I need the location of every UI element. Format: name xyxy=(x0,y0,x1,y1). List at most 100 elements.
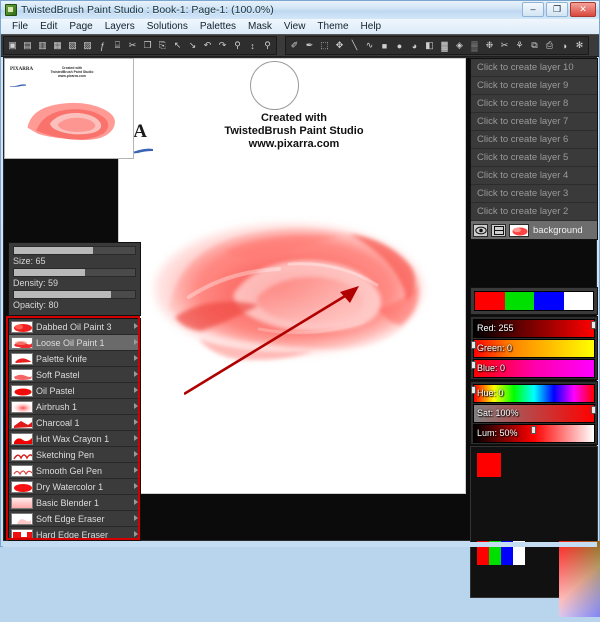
brush-item[interactable]: Soft Pastel xyxy=(9,367,140,383)
brush-item[interactable]: Hard Edge Eraser xyxy=(9,527,140,541)
layer-placeholder-row[interactable]: Click to create layer 8 xyxy=(471,95,597,113)
chevron-right-icon[interactable] xyxy=(134,387,138,393)
hsl-sliders-panel[interactable]: Hue: 0Sat: 100%Lum: 50% xyxy=(470,381,598,445)
slider-handle[interactable] xyxy=(591,321,596,329)
menu-item-layers[interactable]: Layers xyxy=(99,19,141,34)
export-icon[interactable]: ▧ xyxy=(65,37,80,54)
brush-item[interactable]: Dabbed Oil Paint 3 xyxy=(9,319,140,335)
noise-tool-icon[interactable]: ▒ xyxy=(467,37,482,54)
brush-list[interactable]: Dabbed Oil Paint 3Loose Oil Paint 1Palet… xyxy=(8,318,141,541)
color-swatch-panel[interactable] xyxy=(470,446,598,598)
rgb-sliders-panel[interactable]: Red: 255Green: 0Blue: 0 xyxy=(470,316,598,380)
texture-tool-icon[interactable]: ◈ xyxy=(452,37,467,54)
menu-item-edit[interactable]: Edit xyxy=(34,19,63,34)
minimize-button[interactable]: – xyxy=(522,2,544,17)
chevron-right-icon[interactable] xyxy=(134,499,138,505)
color-strip-swatch[interactable] xyxy=(534,292,564,310)
new-page-icon[interactable]: ▤ xyxy=(20,37,35,54)
brush-item[interactable]: Smooth Gel Pen xyxy=(9,463,140,479)
fill-tool-icon[interactable]: ◕ xyxy=(407,37,422,54)
brush-item[interactable]: Loose Oil Paint 1 xyxy=(9,335,140,351)
layer-mode-icon[interactable] xyxy=(491,224,506,237)
redo-icon[interactable]: ↷ xyxy=(215,37,230,54)
menu-item-help[interactable]: Help xyxy=(355,19,388,34)
color-strip-swatch[interactable] xyxy=(475,292,505,310)
eye-icon[interactable] xyxy=(473,224,488,237)
chevron-right-icon[interactable] xyxy=(134,371,138,377)
save-icon[interactable]: ▣ xyxy=(5,37,20,54)
slider-handle[interactable] xyxy=(471,386,476,394)
close-button[interactable]: ✕ xyxy=(570,2,596,17)
filter-tool-icon[interactable]: ✻ xyxy=(572,37,587,54)
open-page-icon[interactable]: ▥ xyxy=(35,37,50,54)
chevron-right-icon[interactable] xyxy=(134,483,138,489)
canvas[interactable]: RA Created with TwistedBrush Paint Studi… xyxy=(118,58,466,494)
layer-placeholder-row[interactable]: Click to create layer 4 xyxy=(471,167,597,185)
layer-placeholder-row[interactable]: Click to create layer 7 xyxy=(471,113,597,131)
brush-tool-icon[interactable]: ✐ xyxy=(287,37,302,54)
zoom-in-icon[interactable]: ⚲ xyxy=(230,37,245,54)
brush-item[interactable]: Basic Blender 1 xyxy=(9,495,140,511)
ellipse-tool-icon[interactable]: ● xyxy=(392,37,407,54)
layer-row-background[interactable]: background xyxy=(471,221,597,239)
line-tool-icon[interactable]: ╲ xyxy=(347,37,362,54)
import-icon[interactable]: ▦ xyxy=(50,37,65,54)
menu-item-page[interactable]: Page xyxy=(63,19,98,34)
color-strip-swatch[interactable] xyxy=(505,292,535,310)
chevron-right-icon[interactable] xyxy=(134,515,138,521)
menu-item-file[interactable]: File xyxy=(6,19,34,34)
brush-item[interactable]: Airbrush 1 xyxy=(9,399,140,415)
layer-placeholder-row[interactable]: Click to create layer 6 xyxy=(471,131,597,149)
slider-lum[interactable]: Lum: 50% xyxy=(473,424,595,443)
paste-layer-icon[interactable]: ⎙ xyxy=(542,37,557,54)
move-tool-icon[interactable]: ✥ xyxy=(332,37,347,54)
color-gradient-box[interactable] xyxy=(559,541,600,617)
menu-item-theme[interactable]: Theme xyxy=(311,19,354,34)
cut-icon[interactable]: ✂ xyxy=(125,37,140,54)
chevron-right-icon[interactable] xyxy=(134,403,138,409)
copy-icon[interactable]: ❐ xyxy=(140,37,155,54)
brush-item[interactable]: Dry Watercolor 1 xyxy=(9,479,140,495)
menu-item-palettes[interactable]: Palettes xyxy=(194,19,242,34)
slider-handle[interactable] xyxy=(591,406,596,414)
effects-tool-icon[interactable]: ❉ xyxy=(482,37,497,54)
slider-handle[interactable] xyxy=(531,426,536,434)
layer-placeholder-row[interactable]: Click to create layer 2 xyxy=(471,203,597,221)
chevron-right-icon[interactable] xyxy=(134,467,138,473)
paste-icon[interactable]: ⎘ xyxy=(155,37,170,54)
page-preview-panel[interactable]: PIXARRA Created with TwistedBrush Paint … xyxy=(4,58,134,159)
layer-placeholder-row[interactable]: Click to create layer 5 xyxy=(471,149,597,167)
rectangle-tool-icon[interactable]: ■ xyxy=(377,37,392,54)
slider-red[interactable]: Red: 255 xyxy=(473,319,595,338)
layer-panel[interactable]: Click to create layer 10Click to create … xyxy=(470,58,598,240)
slider-opacity[interactable] xyxy=(13,290,136,299)
gradient-tool-icon[interactable]: ◧ xyxy=(422,37,437,54)
brush-item[interactable]: Hot Wax Crayon 1 xyxy=(9,431,140,447)
slider-size[interactable] xyxy=(13,246,136,255)
layer-placeholder-row[interactable]: Click to create layer 3 xyxy=(471,185,597,203)
transform-up-icon[interactable]: ↖ xyxy=(170,37,185,54)
pattern-tool-icon[interactable]: ▓ xyxy=(437,37,452,54)
maximize-button[interactable]: ❐ xyxy=(546,2,568,17)
blend-tool-icon[interactable]: ◑ xyxy=(557,37,572,54)
quick-edit-icon[interactable]: ƒ xyxy=(95,37,110,54)
chevron-right-icon[interactable] xyxy=(134,355,138,361)
crop-tool-icon[interactable]: ⬚ xyxy=(317,37,332,54)
menu-item-view[interactable]: View xyxy=(278,19,312,34)
current-color-swatch[interactable] xyxy=(477,453,501,477)
brush-item[interactable]: Sketching Pen xyxy=(9,447,140,463)
undo-icon[interactable]: ↶ xyxy=(200,37,215,54)
color-strip[interactable] xyxy=(474,291,594,311)
slider-handle[interactable] xyxy=(471,361,476,369)
fit-page-icon[interactable]: ↕ xyxy=(245,37,260,54)
zoom-out-icon[interactable]: ⚲ xyxy=(260,37,275,54)
chevron-right-icon[interactable] xyxy=(134,531,138,537)
chevron-right-icon[interactable] xyxy=(134,451,138,457)
color-strip-swatch[interactable] xyxy=(564,292,594,310)
slider-hue[interactable]: Hue: 0 xyxy=(473,384,595,403)
page-setup-icon[interactable]: ▨ xyxy=(80,37,95,54)
brush-item[interactable]: Palette Knife xyxy=(9,351,140,367)
color-picker-icon[interactable]: ⚘ xyxy=(512,37,527,54)
brush-item[interactable]: Soft Edge Eraser xyxy=(9,511,140,527)
layers-tool-icon[interactable]: ⧉ xyxy=(527,37,542,54)
